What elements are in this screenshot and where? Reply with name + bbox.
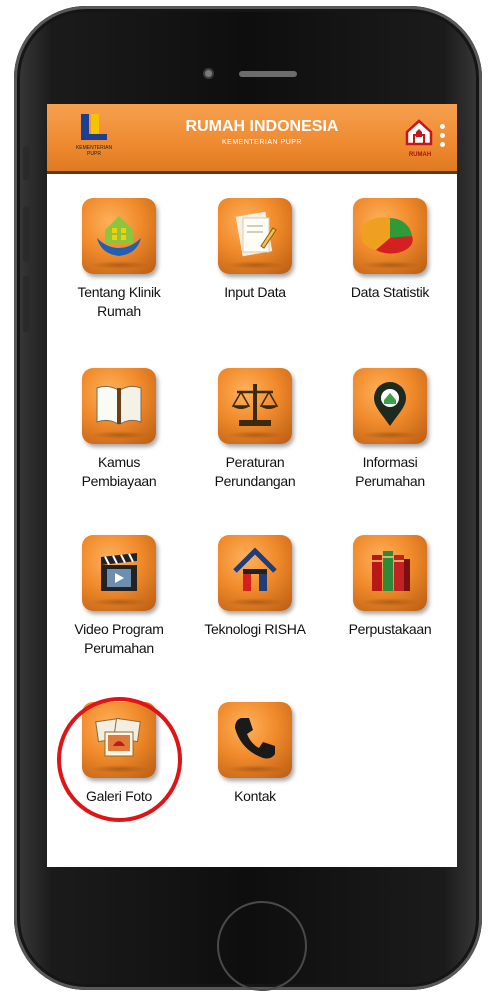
app-title: RUMAH INDONESIA xyxy=(185,118,339,135)
app-subtitle: KEMENTERIAN PUPR xyxy=(222,139,302,146)
home-button[interactable] xyxy=(217,901,307,991)
menu-label: Data Statistik xyxy=(350,284,430,300)
earpiece-speaker xyxy=(239,71,297,77)
rumah-caption: RUMAH xyxy=(408,152,432,158)
pupr-logo-caption: KEMENTERIAN PUPR xyxy=(75,145,113,157)
pupr-logo: KEMENTERIAN PUPR xyxy=(69,112,119,164)
highlight-circle xyxy=(57,697,182,822)
menu-label: Kamus Pembiayaan xyxy=(81,454,157,489)
menu-label: Peraturan Perundangan xyxy=(214,454,296,489)
menu-item-data-statistik[interactable]: Data Statistik xyxy=(325,198,455,302)
house-hands-icon xyxy=(82,198,156,274)
menu-item-input-data[interactable]: Input Data xyxy=(190,198,320,302)
menu-item-teknologi-risha[interactable]: Teknologi RISHA xyxy=(190,535,320,639)
volume-down-button xyxy=(23,276,30,332)
menu-label: Tentang Klinik Rumah xyxy=(77,284,161,319)
document-pencil-icon xyxy=(218,198,292,274)
menu-label: Informasi Perumahan xyxy=(355,454,425,489)
menu-label: Video Program Perumahan xyxy=(74,621,164,656)
menu-label: Input Data xyxy=(224,284,286,300)
menu-label: Teknologi RISHA xyxy=(204,621,306,637)
menu-item-kontak[interactable]: Kontak xyxy=(190,702,320,806)
phone-icon xyxy=(218,702,292,778)
map-pin-house-icon xyxy=(353,368,427,444)
front-camera xyxy=(203,68,214,79)
menu-item-tentang-klinik-rumah[interactable]: Tentang Klinik Rumah xyxy=(54,198,184,321)
risha-house-icon xyxy=(218,535,292,611)
menu-item-kamus-pembiayaan[interactable]: Kamus Pembiayaan xyxy=(54,368,184,491)
app-header: KEMENTERIAN PUPR RUMAH INDONESIA KEMENTE… xyxy=(47,104,457,174)
menu-item-perpustakaan[interactable]: Perpustakaan xyxy=(325,535,455,639)
menu-label: Perpustakaan xyxy=(348,621,432,637)
scales-icon xyxy=(218,368,292,444)
volume-up-button xyxy=(23,206,30,262)
menu-item-informasi-perumahan[interactable]: Informasi Perumahan xyxy=(325,368,455,491)
menu-item-video-program-perumahan[interactable]: Video Program Perumahan xyxy=(54,535,184,658)
books-icon xyxy=(353,535,427,611)
clapperboard-icon xyxy=(82,535,156,611)
menu-item-peraturan-perundangan[interactable]: Peraturan Perundangan xyxy=(190,368,320,491)
book-icon xyxy=(82,368,156,444)
mute-switch xyxy=(23,146,30,180)
app-brand: RUMAH INDONESIA KEMENTERIAN PUPR xyxy=(167,118,357,146)
overflow-menu-icon[interactable] xyxy=(440,124,445,151)
pie-chart-icon xyxy=(353,198,427,274)
rumah-menu-icon[interactable]: RUMAH xyxy=(401,114,447,166)
menu-label: Kontak xyxy=(234,788,276,804)
